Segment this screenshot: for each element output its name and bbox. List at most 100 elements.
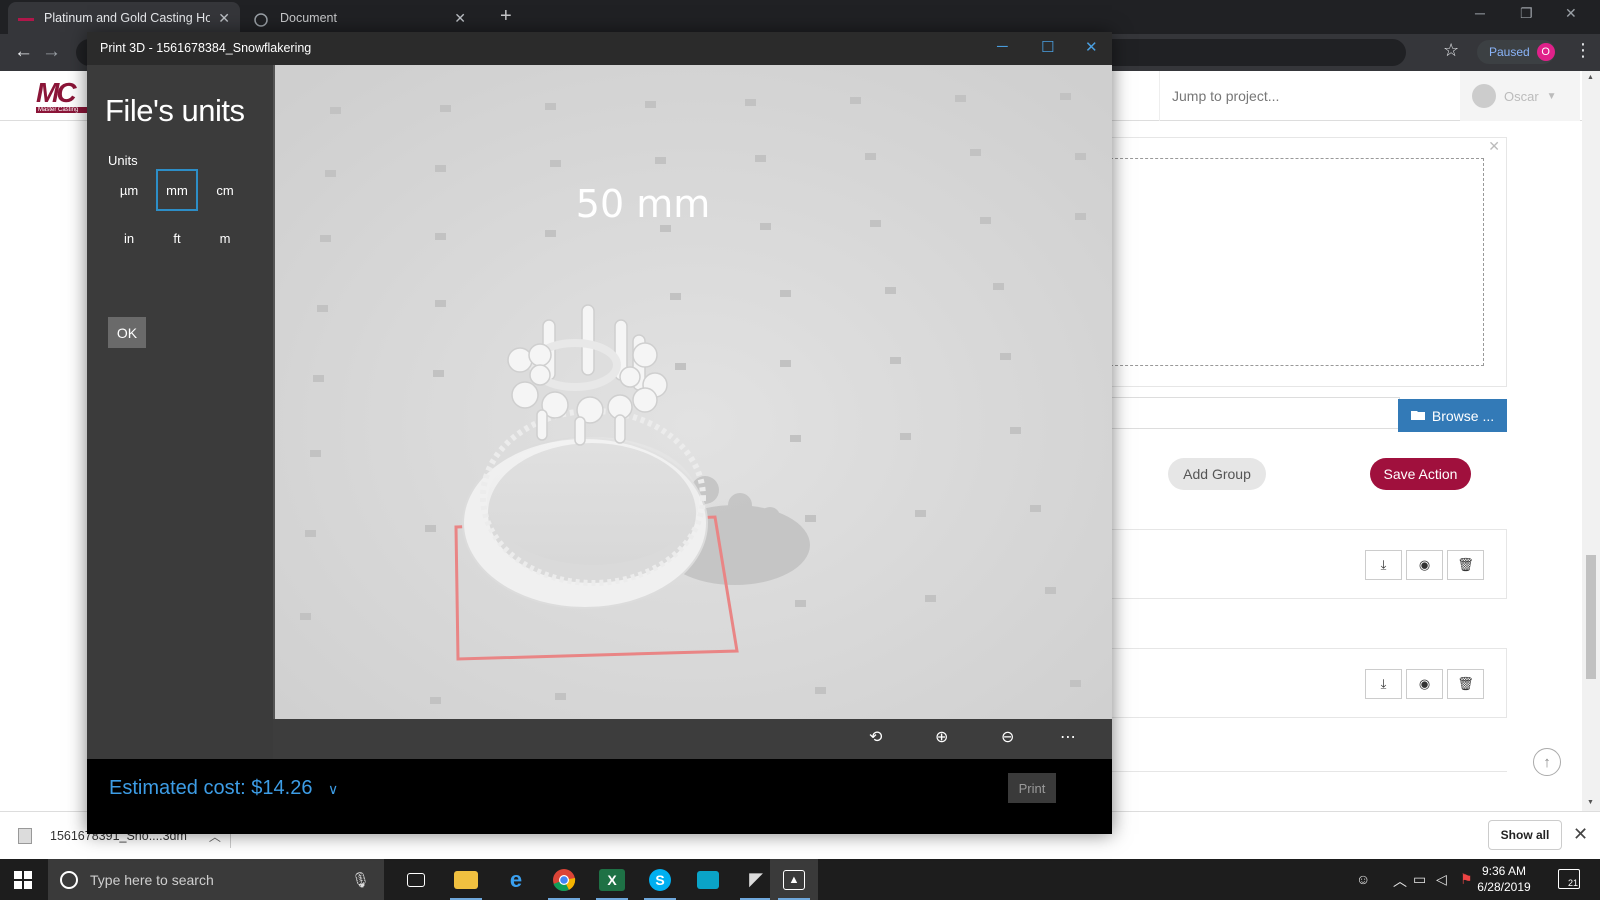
- network-icon[interactable]: ▭: [1413, 871, 1426, 888]
- page-title: File's units: [105, 93, 245, 128]
- people-icon[interactable]: ☺: [1356, 871, 1370, 887]
- user-menu[interactable]: Oscar ▼: [1460, 71, 1580, 121]
- tab-title: Platinum and Gold Casting House: [44, 11, 211, 25]
- unit-mm[interactable]: mm: [156, 169, 198, 211]
- skype-icon[interactable]: S: [636, 859, 684, 900]
- estimated-cost-toggle[interactable]: Estimated cost: $14.26 ∨: [109, 777, 338, 800]
- close-tab-icon[interactable]: ✕: [218, 10, 230, 27]
- user-name: Oscar: [1504, 88, 1539, 104]
- maximize-icon[interactable]: ☐: [1041, 38, 1054, 56]
- clock-time: 9:36 AM: [1481, 864, 1527, 878]
- site-favicon-icon: [18, 13, 34, 23]
- globe-icon: [254, 13, 270, 27]
- minimize-icon[interactable]: ─: [997, 38, 1008, 55]
- upload-panel: ✕: [1100, 137, 1507, 387]
- logo-subtitle: Master Casting: [36, 107, 88, 113]
- print3d-icon[interactable]: ▲: [770, 859, 818, 900]
- profile-avatar: O: [1536, 43, 1555, 61]
- action-center-icon[interactable]: 21: [1558, 869, 1580, 889]
- file-row: ⤓ ◉ 🗑: [1100, 648, 1507, 718]
- chrome-icon[interactable]: [540, 859, 588, 900]
- microphone-icon[interactable]: 🎙: [351, 871, 370, 889]
- cortana-icon: [60, 870, 78, 889]
- close-tab-icon[interactable]: ✕: [454, 10, 466, 27]
- search-placeholder: Type here to search: [90, 871, 214, 888]
- tab-document[interactable]: Document ✕: [244, 2, 476, 34]
- eye-icon[interactable]: ◉: [1406, 669, 1443, 699]
- taskbar-search-input[interactable]: Type here to search 🎙: [48, 859, 384, 900]
- more-icon[interactable]: ⋯: [1060, 727, 1076, 747]
- save-action-button[interactable]: Save Action: [1370, 458, 1471, 490]
- download-icon[interactable]: ⤓: [1365, 550, 1402, 580]
- units-label: Units: [108, 153, 138, 168]
- browse-label: Browse ...: [1431, 407, 1495, 424]
- download-icon[interactable]: ⤓: [1365, 669, 1402, 699]
- file-icon: [18, 828, 32, 844]
- unit-cm[interactable]: cm: [204, 169, 246, 211]
- avatar: [1472, 84, 1496, 108]
- print3d-footer: Estimated cost: $14.26 ∨ Print: [87, 759, 1112, 834]
- new-tab-button[interactable]: +: [500, 5, 512, 28]
- company-logo[interactable]: MC Master Casting: [36, 79, 88, 113]
- close-icon[interactable]: ✕: [1488, 138, 1500, 155]
- eye-icon[interactable]: ◉: [1406, 550, 1443, 580]
- folder-open-icon: [1410, 408, 1427, 424]
- file-explorer-icon[interactable]: [442, 859, 490, 900]
- windows-taskbar: Type here to search 🎙 e X S ◤ ▲ ☺ ︿ ▭ ◁ …: [0, 859, 1600, 900]
- back-icon[interactable]: ←: [14, 41, 33, 63]
- windows-start-icon[interactable]: [14, 871, 32, 889]
- unit-m[interactable]: m: [204, 217, 246, 259]
- show-all-button[interactable]: Show all: [1488, 820, 1562, 850]
- window-title: Print 3D - 1561678384_Snowflakering: [100, 41, 312, 55]
- trash-icon[interactable]: 🗑: [1447, 669, 1484, 699]
- forward-icon[interactable]: →: [42, 41, 61, 63]
- scroll-down-arrow-icon[interactable]: ▼: [1587, 799, 1594, 806]
- logo-mark: MC: [36, 77, 77, 108]
- units-panel: File's units Units µm mm cm in ft m OK: [87, 65, 273, 759]
- 3d-viewport[interactable]: 50 mm: [275, 65, 1112, 719]
- scroll-to-top-icon[interactable]: ↑: [1533, 748, 1561, 776]
- scroll-up-arrow-icon[interactable]: ▲: [1587, 74, 1594, 81]
- minimize-icon[interactable]: ─: [1475, 5, 1485, 21]
- trash-icon[interactable]: 🗑: [1447, 550, 1484, 580]
- clock-date: 6/28/2019: [1477, 880, 1531, 894]
- excel-icon[interactable]: X: [588, 859, 636, 900]
- page-scrollbar[interactable]: ▲ ▼: [1582, 71, 1600, 811]
- close-window-icon[interactable]: ✕: [1565, 5, 1577, 22]
- unit-in[interactable]: in: [108, 217, 150, 259]
- print3d-titlebar[interactable]: Print 3D - 1561678384_Snowflakering ─ ☐ …: [87, 32, 1112, 65]
- browser-menu-icon[interactable]: ⋮: [1574, 40, 1592, 61]
- unit-ft[interactable]: ft: [156, 217, 198, 259]
- viewport-toolbar: ⟲ ⊕ ⊖ ⋯: [273, 719, 1112, 759]
- zoom-out-icon[interactable]: ⊖: [1001, 727, 1014, 747]
- rotate-view-icon[interactable]: ⟲: [869, 727, 882, 747]
- tab-platinum-gold[interactable]: Platinum and Gold Casting House ✕: [8, 2, 240, 34]
- zoom-in-icon[interactable]: ⊕: [935, 727, 948, 747]
- ok-button[interactable]: OK: [108, 317, 146, 348]
- file-name-field[interactable]: [1100, 397, 1400, 429]
- unit-um[interactable]: µm: [108, 169, 150, 211]
- edge-icon[interactable]: e: [492, 859, 540, 900]
- file-row: ⤓ ◉ 🗑: [1100, 529, 1507, 599]
- photos-icon[interactable]: [684, 859, 732, 900]
- system-clock[interactable]: 9:36 AM 6/28/2019: [1470, 863, 1538, 895]
- file-dropzone[interactable]: [1100, 158, 1484, 366]
- jump-to-project-input[interactable]: Jump to project...: [1159, 71, 1459, 121]
- tab-title: Document: [280, 11, 337, 25]
- close-window-icon[interactable]: ✕: [1085, 38, 1098, 56]
- close-shelf-icon[interactable]: ✕: [1573, 824, 1588, 845]
- task-view-icon[interactable]: [392, 859, 440, 900]
- profile-paused-button[interactable]: Paused O: [1477, 40, 1555, 64]
- chevron-up-icon[interactable]: ︿: [1393, 871, 1407, 891]
- estimated-cost: Estimated cost: $14.26: [109, 777, 313, 799]
- chevron-down-icon: ∨: [328, 781, 339, 797]
- restore-icon[interactable]: ❐: [1520, 5, 1533, 22]
- print-button[interactable]: Print: [1008, 773, 1056, 803]
- add-group-button[interactable]: Add Group: [1168, 458, 1266, 490]
- scrollbar-thumb[interactable]: [1586, 555, 1596, 679]
- scale-label: 50 mm: [576, 182, 710, 226]
- bookmark-star-icon[interactable]: ☆: [1443, 40, 1459, 61]
- divider: [1100, 771, 1507, 783]
- volume-muted-icon[interactable]: ◁: [1436, 871, 1447, 888]
- browse-button[interactable]: Browse ...: [1398, 399, 1507, 432]
